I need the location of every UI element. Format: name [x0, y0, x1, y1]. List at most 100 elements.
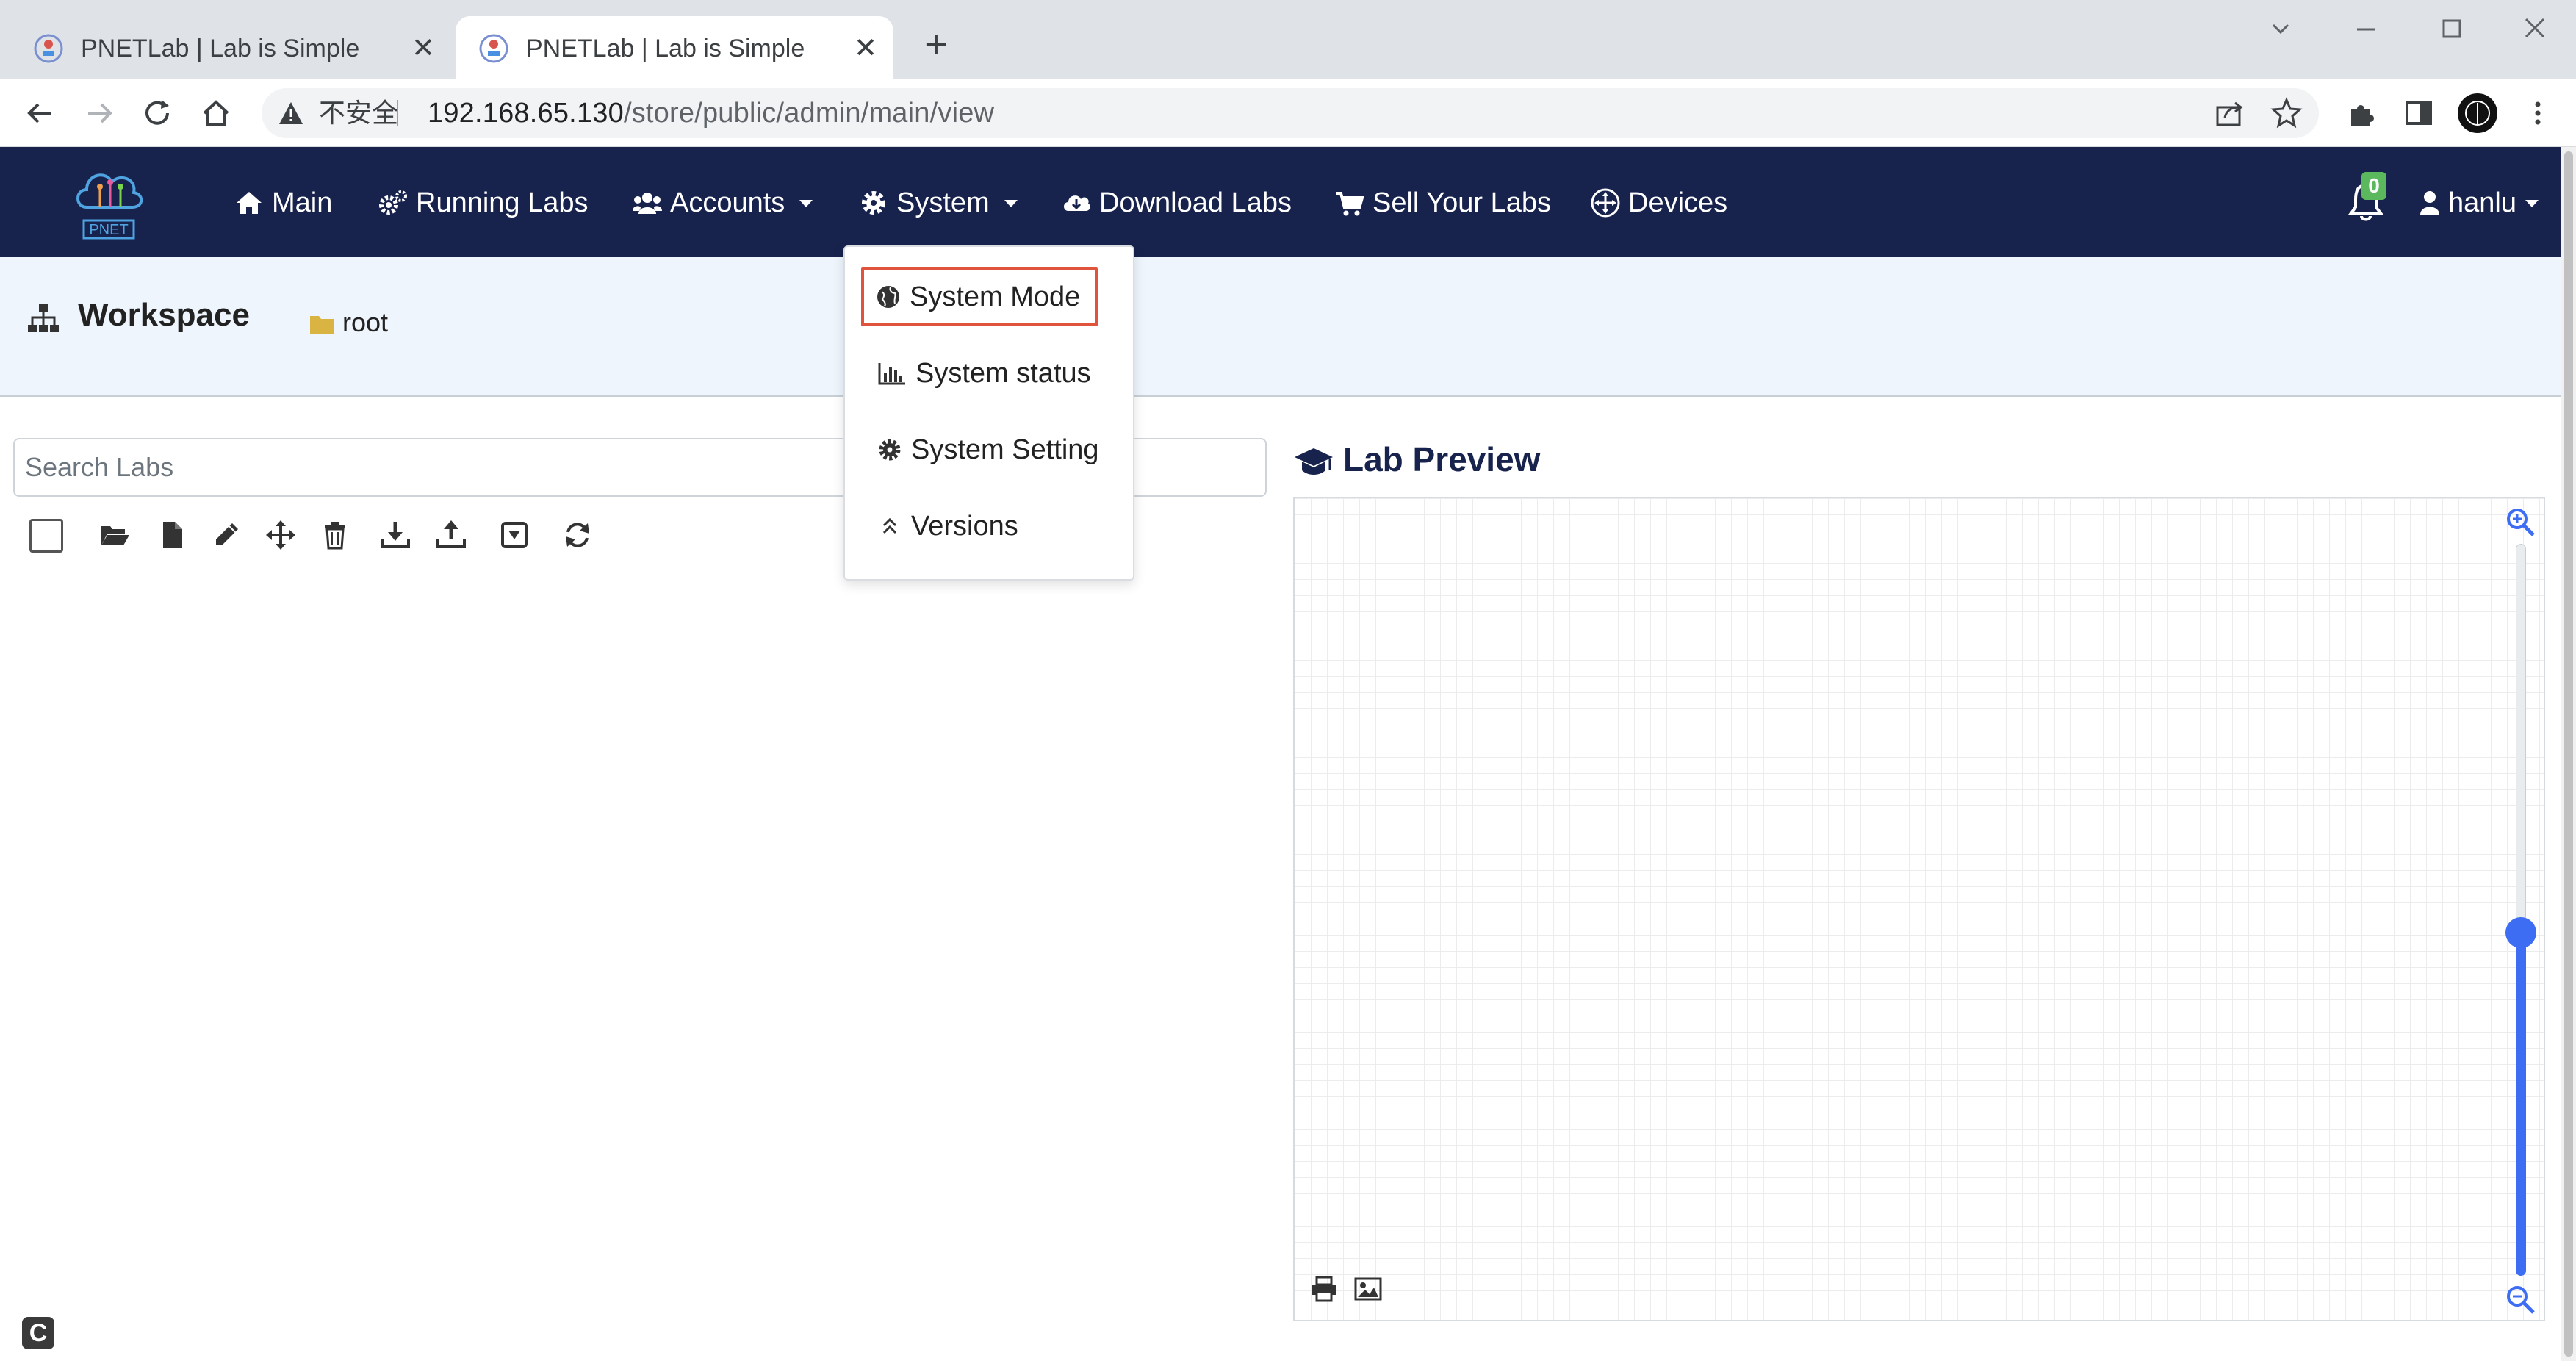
home-icon: [237, 192, 262, 214]
caret-down-icon: [1004, 200, 1018, 207]
c-badge-icon[interactable]: C: [22, 1317, 54, 1349]
user-name: hanlu: [2448, 187, 2516, 218]
user-menu[interactable]: hanlu: [2419, 182, 2540, 223]
close-tab-icon[interactable]: ✕: [406, 31, 441, 66]
globe-icon: [877, 286, 899, 308]
browser-tabstrip: PNETLab | Lab is Simple ✕ PNETLab | Lab …: [0, 0, 2576, 79]
address-bar[interactable]: 不安全 192.168.65.130/store/public/admin/ma…: [262, 88, 2319, 138]
side-panel-icon[interactable]: [2401, 96, 2436, 131]
page-scrollbar[interactable]: [2561, 147, 2576, 1361]
menu-label: Versions: [911, 510, 1018, 542]
maximize-icon[interactable]: [2429, 10, 2473, 49]
nav-label: Sell Your Labs: [1372, 187, 1551, 218]
menu-label: System Setting: [911, 434, 1099, 465]
cart-icon: [1336, 192, 1364, 216]
cloud-download-icon: [1064, 195, 1090, 211]
warning-triangle-icon: [279, 102, 303, 124]
bar-chart-icon: [878, 363, 905, 385]
nav-running-labs[interactable]: Running Labs: [378, 182, 589, 223]
menu-item-system-mode[interactable]: System Mode: [845, 266, 1136, 328]
tab-title: PNETLab | Lab is Simple: [526, 35, 805, 62]
print-icon[interactable]: [1309, 1274, 1339, 1304]
back-arrow-icon[interactable]: [22, 96, 57, 131]
profile-avatar-icon[interactable]: [2457, 93, 2498, 134]
app-navbar: PNET Main Running Labs Accounts System D…: [0, 147, 2561, 257]
zoom-slider-thumb[interactable]: [2505, 917, 2536, 948]
browser-tab-active[interactable]: PNETLab | Lab is Simple ✕: [456, 16, 893, 79]
reload-icon[interactable]: [140, 96, 175, 131]
share-icon[interactable]: [2212, 96, 2247, 131]
kebab-menu-icon[interactable]: [2520, 96, 2555, 131]
security-label[interactable]: 不安全: [319, 98, 398, 128]
nav-sell-your-labs[interactable]: Sell Your Labs: [1334, 182, 1551, 223]
lab-preview-canvas[interactable]: [1293, 497, 2545, 1321]
address-divider: [397, 100, 398, 126]
nav-label: Accounts: [670, 187, 785, 218]
nav-system[interactable]: System: [858, 182, 1019, 223]
workspace-header: Workspace root: [0, 257, 2561, 397]
menu-item-system-status[interactable]: System status: [845, 342, 1136, 404]
new-tab-button[interactable]: +: [918, 24, 954, 64]
nav-devices[interactable]: Devices: [1590, 182, 1727, 223]
trash-icon[interactable]: [319, 519, 351, 551]
nav-label: System: [896, 187, 990, 218]
tab-search-icon[interactable]: [2259, 10, 2303, 49]
browser-toolbar: 不安全 192.168.65.130/store/public/admin/ma…: [0, 79, 2576, 147]
double-chevron-up-icon: [882, 517, 897, 534]
caret-down-icon: [799, 200, 813, 207]
nav-download-labs[interactable]: Download Labs: [1061, 182, 1292, 223]
pnetlab-favicon-icon: [479, 34, 508, 63]
caret-square-down-icon[interactable]: [498, 519, 530, 551]
zoom-in-icon[interactable]: [2504, 506, 2536, 538]
new-file-icon[interactable]: [156, 519, 188, 551]
gear-icon: [879, 439, 901, 461]
menu-item-versions[interactable]: Versions: [845, 495, 1136, 557]
import-download-icon[interactable]: [379, 519, 411, 551]
export-upload-icon[interactable]: [435, 519, 467, 551]
url-path: /store/public/admin/main/view: [623, 98, 995, 129]
bookmark-star-icon[interactable]: [2269, 96, 2304, 131]
sitemap-icon: [28, 304, 59, 332]
cogs-icon: [379, 190, 407, 215]
caret-down-icon: [2525, 200, 2539, 207]
users-icon: [633, 193, 662, 214]
pnetlab-favicon-icon: [34, 34, 63, 63]
graduation-cap-icon: [1295, 448, 1333, 475]
url-host: 192.168.65.130: [428, 98, 624, 129]
home-icon[interactable]: [198, 96, 234, 131]
close-tab-icon[interactable]: ✕: [848, 31, 883, 66]
tab-title: PNETLab | Lab is Simple: [81, 35, 360, 62]
nav-main[interactable]: Main: [234, 182, 332, 223]
image-icon[interactable]: [1353, 1274, 1383, 1304]
menu-label: System status: [915, 357, 1091, 389]
menu-label: System Mode: [910, 281, 1081, 312]
nav-accounts[interactable]: Accounts: [632, 182, 814, 223]
close-window-icon[interactable]: [2513, 10, 2557, 49]
breadcrumb-root[interactable]: root: [342, 307, 388, 338]
refresh-icon[interactable]: [561, 519, 594, 551]
pnet-logo[interactable]: PNET: [71, 160, 147, 243]
move-circle-icon: [1591, 188, 1620, 218]
open-folder-icon[interactable]: [98, 519, 131, 551]
move-arrows-icon[interactable]: [265, 519, 297, 551]
page-title: Workspace: [78, 297, 250, 333]
extensions-puzzle-icon[interactable]: [2344, 96, 2379, 131]
browser-tab[interactable]: PNETLab | Lab is Simple ✕: [10, 16, 451, 79]
pencil-icon[interactable]: [210, 519, 242, 551]
zoom-out-icon[interactable]: [2504, 1283, 2536, 1315]
nav-label: Running Labs: [416, 187, 589, 218]
menu-item-system-setting[interactable]: System Setting: [845, 419, 1136, 481]
gear-icon: [862, 191, 885, 215]
minimize-icon[interactable]: [2344, 10, 2388, 49]
system-dropdown-menu: System Mode System status System Setting…: [843, 245, 1134, 581]
notification-count-badge: 0: [2361, 172, 2386, 200]
url-text[interactable]: 192.168.65.130/store/public/admin/main/v…: [428, 97, 994, 129]
scrollbar-thumb[interactable]: [2564, 151, 2573, 1357]
user-icon: [2420, 191, 2439, 215]
folder-icon: [310, 316, 334, 334]
select-all-checkbox[interactable]: [29, 519, 63, 553]
forward-arrow-icon[interactable]: [82, 96, 118, 131]
nav-label: Download Labs: [1099, 187, 1292, 218]
nav-label: Main: [272, 187, 333, 218]
nav-label: Devices: [1628, 187, 1728, 218]
